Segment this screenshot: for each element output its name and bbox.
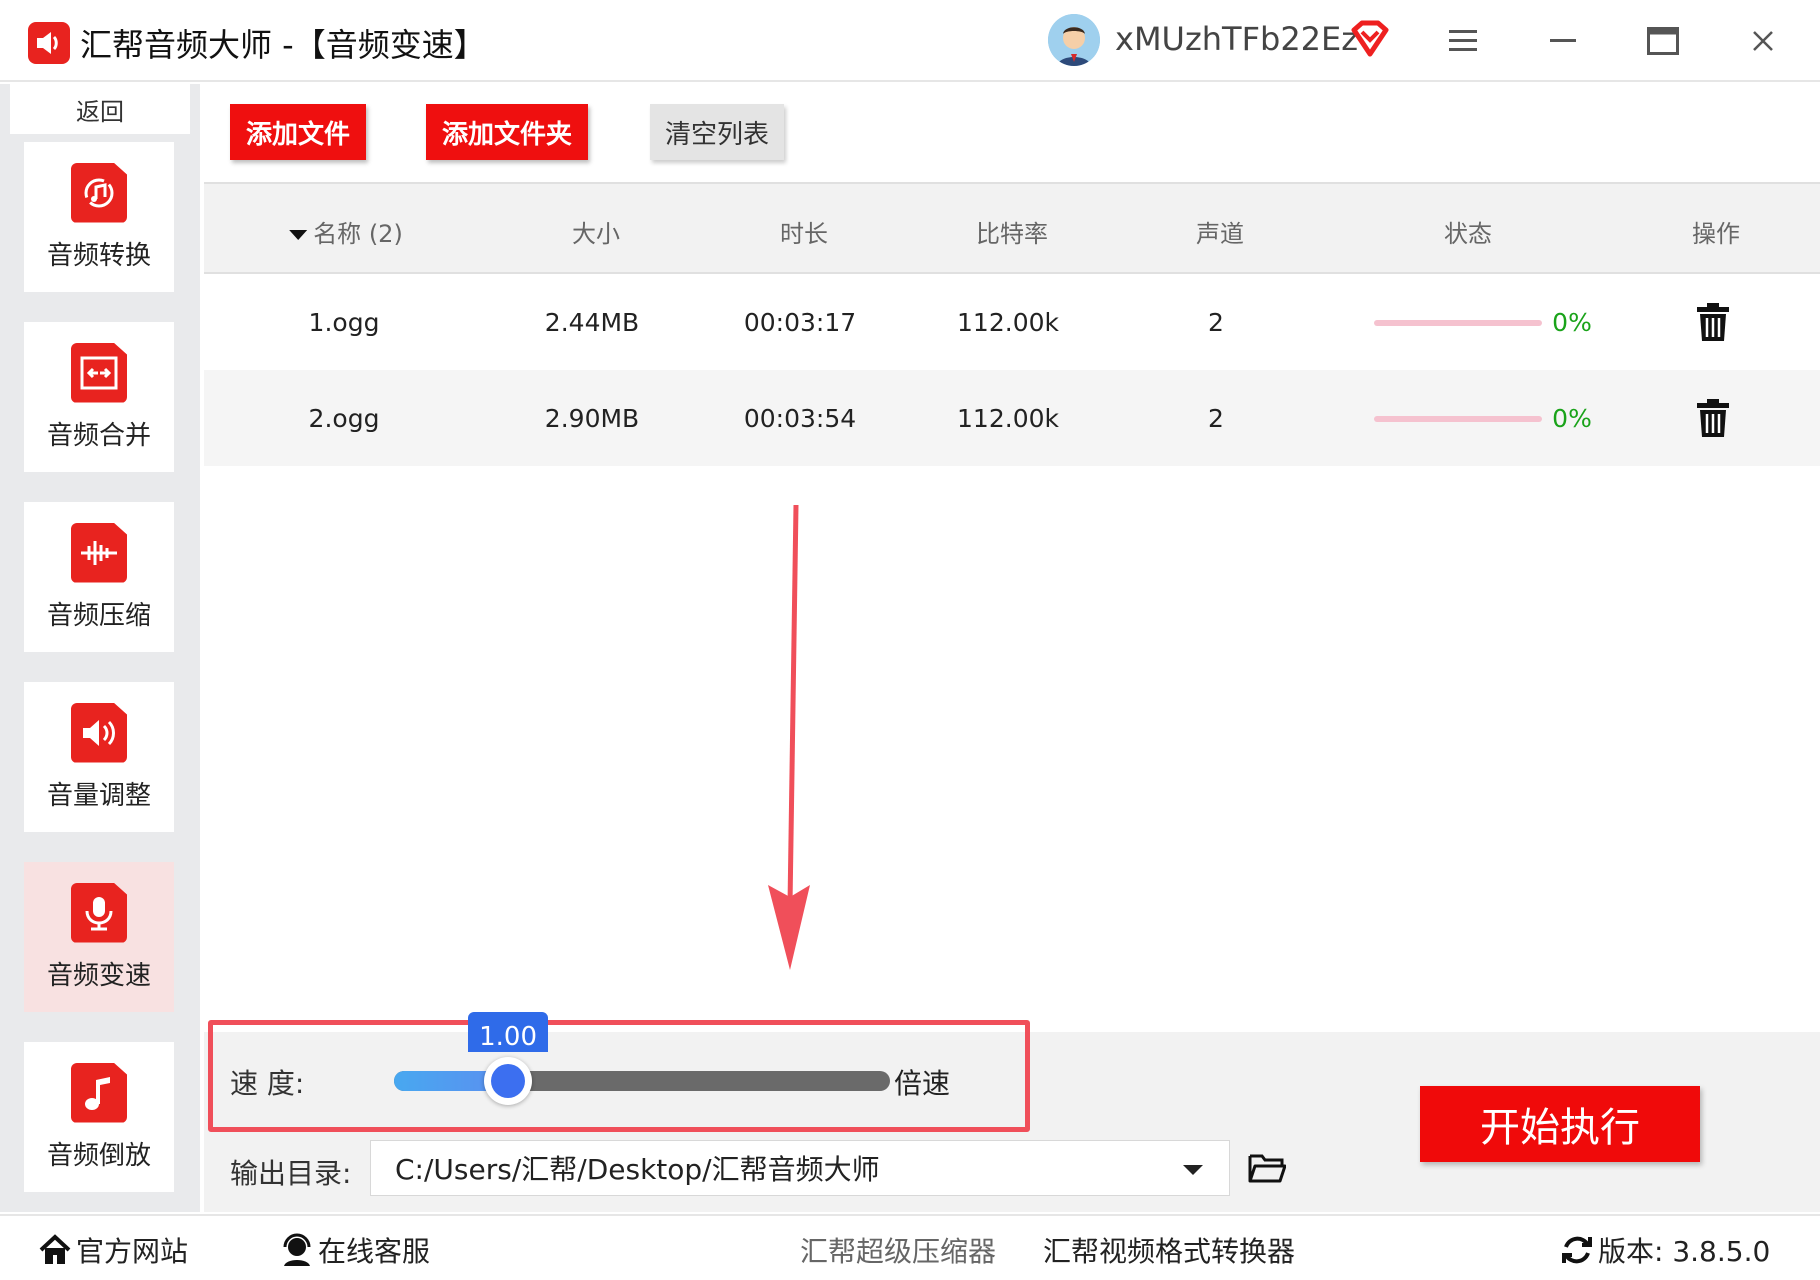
audio-compress-icon: [71, 522, 127, 583]
annotation-arrow: [768, 505, 810, 970]
table-row[interactable]: 2.ogg 2.90MB 00:03:54 112.00k 2 0%: [204, 370, 1820, 466]
sidebar-item-audio-convert[interactable]: 音频转换: [24, 142, 174, 292]
window-title: 汇帮音频大师 -【音频变速】: [80, 26, 486, 64]
cell-size: 2.44MB: [544, 308, 640, 337]
sidebar-item-audio-compress[interactable]: 音频压缩: [24, 502, 174, 652]
video-converter-link[interactable]: 汇帮视频格式转换器: [1043, 1230, 1295, 1270]
add-file-button[interactable]: 添加文件: [230, 104, 366, 160]
file-table: 名称 (2) 大小 时长 比特率 声道 状态 操作 1.ogg 2.44MB 0…: [204, 182, 1820, 1032]
sidebar-item-label: 音频转换: [46, 240, 151, 271]
cell-bitrate: 112.00k: [957, 308, 1059, 337]
table-header: 名称 (2) 大小 时长 比特率 声道 状态 操作: [204, 182, 1820, 274]
sidebar-item-label: 音频压缩: [46, 600, 151, 631]
app-logo-icon: [28, 22, 70, 64]
version-label: 版本: 3.8.5.0: [1598, 1235, 1771, 1268]
open-folder-icon[interactable]: [1248, 1152, 1287, 1184]
vip-diamond-icon[interactable]: [1350, 20, 1390, 58]
app-window: 汇帮音频大师 -【音频变速】 xMUzhTFb22Ez 返回 音频转换 音频合并…: [0, 0, 1820, 1280]
cell-size: 2.90MB: [544, 404, 640, 433]
online-support-link[interactable]: 在线客服: [280, 1230, 430, 1270]
title-bar: 汇帮音频大师 -【音频变速】 xMUzhTFb22Ez: [0, 0, 1820, 82]
compressor-link[interactable]: 汇帮超级压缩器: [800, 1230, 996, 1270]
sort-triangle-icon: [289, 230, 308, 240]
speed-unit-label: 倍速: [894, 1067, 951, 1100]
start-button[interactable]: 开始执行: [1420, 1086, 1700, 1162]
username[interactable]: xMUzhTFb22Ez: [1115, 20, 1358, 58]
refresh-icon: [1562, 1236, 1592, 1264]
speed-label: 速 度:: [230, 1067, 305, 1100]
sidebar-item-volume-adjust[interactable]: 音量调整: [24, 682, 174, 832]
cell-channels: 2: [1208, 308, 1224, 337]
sidebar-item-audio-reverse[interactable]: 音频倒放: [24, 1042, 174, 1192]
trash-icon[interactable]: [1696, 398, 1730, 438]
sidebar-item-audio-speed[interactable]: 音频变速: [24, 862, 174, 1012]
cell-name: 1.ogg: [308, 308, 380, 337]
speed-slider-thumb[interactable]: [484, 1057, 533, 1105]
trash-icon[interactable]: [1696, 302, 1730, 342]
column-name-label: 名称 (2): [313, 220, 403, 248]
column-header-duration[interactable]: 时长: [780, 214, 828, 249]
sidebar-item-label: 音量调整: [46, 780, 151, 811]
audio-reverse-icon: [71, 1062, 127, 1123]
sidebar: 返回 音频转换 音频合并 音频压缩 音量调整 音频变速 音频倒放: [0, 84, 200, 1212]
sidebar-item-audio-merge[interactable]: 音频合并: [24, 322, 174, 472]
column-header-name[interactable]: 名称 (2): [289, 214, 403, 249]
menu-icon[interactable]: [1440, 18, 1486, 64]
column-header-action: 操作: [1692, 220, 1740, 248]
cell-duration: 00:03:54: [743, 404, 857, 433]
home-icon: [39, 1234, 71, 1264]
official-website-link[interactable]: 官方网站: [38, 1230, 188, 1270]
sidebar-item-label: 音频倒放: [46, 1140, 151, 1171]
support-headset-icon: [283, 1233, 311, 1266]
column-header-bitrate[interactable]: 比特率: [976, 214, 1048, 249]
back-button[interactable]: 返回: [10, 84, 190, 134]
table-row[interactable]: 1.ogg 2.44MB 00:03:17 112.00k 2 0%: [204, 274, 1820, 370]
cell-channels: 2: [1208, 404, 1224, 433]
maximize-icon[interactable]: [1640, 18, 1686, 64]
audio-speed-icon: [71, 882, 127, 943]
add-folder-button[interactable]: 添加文件夹: [426, 104, 588, 160]
column-header-size[interactable]: 大小: [572, 214, 620, 249]
close-icon[interactable]: [1740, 18, 1786, 64]
audio-merge-icon: [71, 342, 127, 403]
cell-duration: 00:03:17: [743, 308, 857, 337]
cell-bitrate: 112.00k: [957, 404, 1059, 433]
official-website-label: 官方网站: [76, 1235, 189, 1268]
audio-convert-icon: [71, 162, 127, 223]
status-percent: 0%: [1552, 308, 1592, 337]
status-bar: 官方网站 在线客服 汇帮超级压缩器 汇帮视频格式转换器 版本: 3.8.5.0: [0, 1214, 1820, 1280]
output-dir-label: 输出目录:: [230, 1157, 352, 1190]
chevron-down-icon: [1183, 1165, 1203, 1175]
table-empty-area: [204, 466, 1820, 1032]
clear-list-button[interactable]: 清空列表: [650, 104, 784, 160]
volume-adjust-icon: [71, 702, 127, 763]
progress-bar: [1374, 320, 1542, 326]
online-support-label: 在线客服: [318, 1235, 431, 1268]
output-dir-value: C:/Users/汇帮/Desktop/汇帮音频大师: [395, 1153, 880, 1186]
cell-name: 2.ogg: [308, 404, 380, 433]
sidebar-item-label: 音频变速: [46, 960, 151, 991]
column-header-status: 状态: [1444, 220, 1492, 248]
column-header-channels[interactable]: 声道: [1196, 214, 1244, 249]
sidebar-item-label: 音频合并: [46, 420, 151, 451]
speed-value-tooltip: 1.00: [468, 1012, 549, 1052]
version-info[interactable]: 版本: 3.8.5.0: [1560, 1230, 1770, 1270]
output-dir-select[interactable]: C:/Users/汇帮/Desktop/汇帮音频大师: [370, 1140, 1230, 1196]
minimize-icon[interactable]: [1540, 18, 1586, 64]
progress-bar: [1374, 416, 1542, 422]
user-avatar[interactable]: [1048, 14, 1100, 66]
status-percent: 0%: [1552, 404, 1592, 433]
